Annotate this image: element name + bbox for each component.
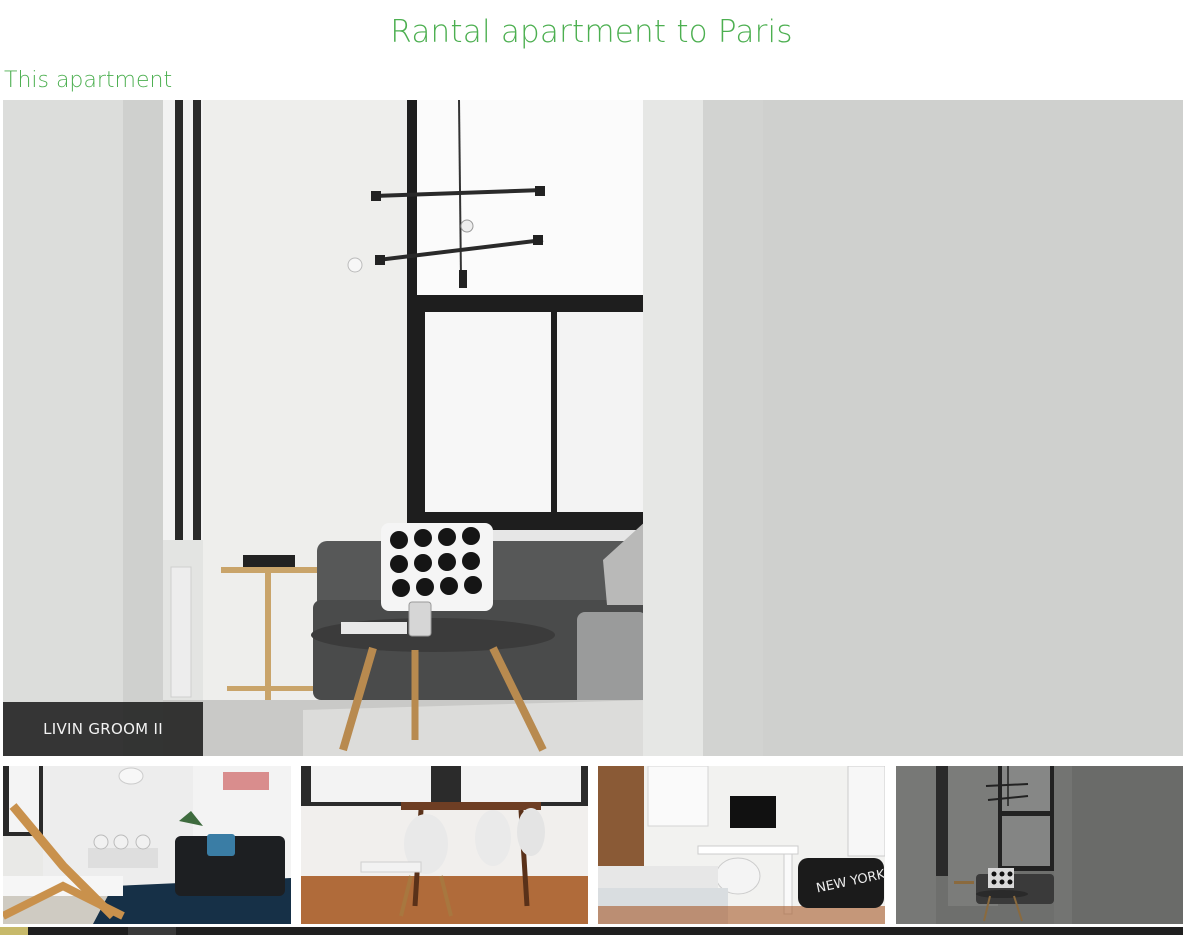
section-subtitle: This apartment [4, 68, 173, 93]
bottom-bar-segment [128, 927, 176, 935]
main-gallery-image[interactable]: LIVIN GROOM II [3, 100, 1183, 756]
thumbnail-2[interactable] [301, 766, 588, 924]
image-caption: LIVIN GROOM II [3, 702, 203, 756]
page-title: Rantal apartment to Paris [390, 14, 793, 50]
bottom-bar [0, 927, 1183, 935]
page: Rantal apartment to Paris This apartment [0, 0, 1183, 935]
thumbnail-1[interactable] [3, 766, 291, 924]
thumbnail-3[interactable]: NEW YORK [598, 766, 885, 924]
thumbnail-4[interactable] [896, 766, 1183, 924]
bottom-bar-segment [0, 927, 28, 935]
